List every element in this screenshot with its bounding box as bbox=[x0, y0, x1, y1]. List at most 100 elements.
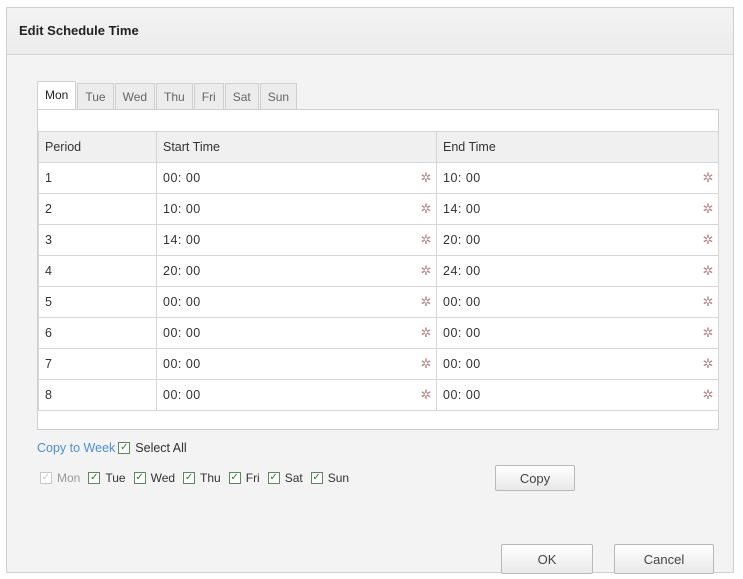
clock-icon[interactable]: ✲ bbox=[701, 295, 715, 309]
tab-fri[interactable]: Fri bbox=[193, 83, 224, 109]
end-time-value[interactable]: 00: 00 bbox=[443, 326, 481, 340]
day-label: Thu bbox=[200, 471, 221, 485]
tab-sat[interactable]: Sat bbox=[224, 83, 259, 109]
tab-mon[interactable]: Mon bbox=[37, 81, 77, 109]
day-checkbox-thu[interactable]: ✓ Thu bbox=[180, 471, 221, 485]
clock-icon[interactable]: ✲ bbox=[419, 202, 433, 216]
start-time-value[interactable]: 00: 00 bbox=[163, 357, 201, 371]
tab-thu[interactable]: Thu bbox=[156, 83, 193, 109]
start-time-value[interactable]: 10: 00 bbox=[163, 202, 201, 216]
clock-icon[interactable]: ✲ bbox=[701, 202, 715, 216]
checkbox-icon[interactable]: ✓ bbox=[228, 472, 241, 484]
clock-icon[interactable]: ✲ bbox=[419, 264, 433, 278]
edit-schedule-dialog: Edit Schedule Time Mon Tue Wed Thu Fri S… bbox=[6, 7, 734, 574]
day-label: Tue bbox=[105, 471, 126, 485]
clock-icon[interactable]: ✲ bbox=[701, 326, 715, 340]
end-time-value[interactable]: 24: 00 bbox=[443, 264, 481, 278]
start-time-header: Start Time bbox=[156, 131, 437, 163]
checkbox-icon[interactable]: ✓ bbox=[88, 472, 101, 484]
start-time-cell[interactable]: 20: 00 ✲ bbox=[156, 255, 437, 287]
end-time-value[interactable]: 00: 00 bbox=[443, 388, 481, 402]
period-cell: 2 bbox=[38, 193, 157, 225]
table-row: 1 00: 00 ✲ 10: 00 ✲ bbox=[38, 162, 719, 194]
checkbox-icon: ✓ bbox=[40, 472, 52, 484]
end-time-cell[interactable]: 24: 00 ✲ bbox=[436, 255, 719, 287]
day-label: Sat bbox=[284, 471, 303, 485]
end-time-value[interactable]: 14: 00 bbox=[443, 202, 481, 216]
period-cell: 3 bbox=[38, 224, 157, 256]
end-time-cell[interactable]: 00: 00 ✲ bbox=[436, 348, 719, 380]
checkbox-icon[interactable]: ✓ bbox=[133, 472, 146, 484]
day-label: Fri bbox=[245, 471, 260, 485]
start-time-cell[interactable]: 00: 00 ✲ bbox=[156, 317, 437, 349]
ok-button[interactable]: OK bbox=[501, 544, 593, 574]
start-time-value[interactable]: 14: 00 bbox=[163, 233, 201, 247]
clock-icon[interactable]: ✲ bbox=[419, 171, 433, 185]
cancel-button[interactable]: Cancel bbox=[614, 544, 714, 574]
period-cell: 6 bbox=[38, 317, 157, 349]
start-time-value[interactable]: 00: 00 bbox=[163, 295, 201, 309]
end-time-value[interactable]: 00: 00 bbox=[443, 357, 481, 371]
day-checkbox-sat[interactable]: ✓ Sat bbox=[265, 471, 303, 485]
checkbox-icon[interactable]: ✓ bbox=[267, 472, 280, 484]
day-label: Wed bbox=[150, 471, 176, 485]
select-all-label: Select All bbox=[135, 441, 187, 455]
clock-icon[interactable]: ✲ bbox=[419, 233, 433, 247]
start-time-cell[interactable]: 10: 00 ✲ bbox=[156, 193, 437, 225]
copy-to-week-row: Copy to Week ✓ Select All bbox=[37, 441, 187, 455]
clock-icon[interactable]: ✲ bbox=[701, 357, 715, 371]
start-time-cell[interactable]: 00: 00 ✲ bbox=[156, 348, 437, 380]
end-time-cell[interactable]: 00: 00 ✲ bbox=[436, 286, 719, 318]
day-checkbox-sun[interactable]: ✓ Sun bbox=[308, 471, 349, 485]
clock-icon[interactable]: ✲ bbox=[701, 388, 715, 402]
tab-tue[interactable]: Tue bbox=[77, 83, 114, 109]
period-cell: 7 bbox=[38, 348, 157, 380]
day-label: Mon bbox=[57, 471, 81, 485]
period-cell: 1 bbox=[38, 162, 157, 194]
start-time-cell[interactable]: 00: 00 ✲ bbox=[156, 162, 437, 194]
clock-icon[interactable]: ✲ bbox=[419, 326, 433, 340]
copy-to-week-link[interactable]: Copy to Week bbox=[37, 441, 115, 455]
start-time-cell[interactable]: 14: 00 ✲ bbox=[156, 224, 437, 256]
tab-sun[interactable]: Sun bbox=[259, 83, 298, 109]
copy-days-row: ✓ Mon ✓ Tue ✓ Wed ✓ Thu ✓ Fri ✓ Sat ✓ Sun bbox=[37, 471, 354, 485]
end-time-value[interactable]: 10: 00 bbox=[443, 171, 481, 185]
clock-icon[interactable]: ✲ bbox=[419, 388, 433, 402]
end-time-cell[interactable]: 00: 00 ✲ bbox=[436, 317, 719, 349]
end-time-cell[interactable]: 20: 00 ✲ bbox=[436, 224, 719, 256]
start-time-value[interactable]: 00: 00 bbox=[163, 326, 201, 340]
clock-icon[interactable]: ✲ bbox=[701, 264, 715, 278]
end-time-value[interactable]: 20: 00 bbox=[443, 233, 481, 247]
start-time-value[interactable]: 00: 00 bbox=[163, 171, 201, 185]
schedule-panel: Period Start Time End Time 1 00: 00 ✲ 10: 0… bbox=[37, 109, 719, 430]
day-checkbox-tue[interactable]: ✓ Tue bbox=[85, 471, 126, 485]
start-time-cell[interactable]: 00: 00 ✲ bbox=[156, 286, 437, 318]
start-time-cell[interactable]: 00: 00 ✲ bbox=[156, 379, 437, 411]
select-all-checkbox[interactable]: ✓ bbox=[118, 442, 131, 454]
end-time-header: End Time bbox=[436, 131, 719, 163]
checkbox-icon[interactable]: ✓ bbox=[310, 472, 323, 484]
end-time-cell[interactable]: 10: 00 ✲ bbox=[436, 162, 719, 194]
copy-button[interactable]: Copy bbox=[495, 465, 575, 491]
period-cell: 5 bbox=[38, 286, 157, 318]
clock-icon[interactable]: ✲ bbox=[419, 295, 433, 309]
period-header: Period bbox=[38, 131, 157, 163]
day-checkbox-fri[interactable]: ✓ Fri bbox=[226, 471, 260, 485]
start-time-value[interactable]: 20: 00 bbox=[163, 264, 201, 278]
start-time-value[interactable]: 00: 00 bbox=[163, 388, 201, 402]
dialog-content: Mon Tue Wed Thu Fri Sat Sun Period Start… bbox=[7, 55, 733, 574]
end-time-cell[interactable]: 14: 00 ✲ bbox=[436, 193, 719, 225]
day-checkbox-wed[interactable]: ✓ Wed bbox=[131, 471, 175, 485]
checkbox-icon[interactable]: ✓ bbox=[183, 472, 196, 484]
clock-icon[interactable]: ✲ bbox=[419, 357, 433, 371]
clock-icon[interactable]: ✲ bbox=[701, 171, 715, 185]
table-row: 4 20: 00 ✲ 24: 00 ✲ bbox=[38, 255, 719, 287]
table-row: 6 00: 00 ✲ 00: 00 ✲ bbox=[38, 317, 719, 349]
table-row: 2 10: 00 ✲ 14: 00 ✲ bbox=[38, 193, 719, 225]
tab-wed[interactable]: Wed bbox=[114, 83, 156, 109]
period-cell: 4 bbox=[38, 255, 157, 287]
clock-icon[interactable]: ✲ bbox=[701, 233, 715, 247]
end-time-cell[interactable]: 00: 00 ✲ bbox=[436, 379, 719, 411]
end-time-value[interactable]: 00: 00 bbox=[443, 295, 481, 309]
day-tabs: Mon Tue Wed Thu Fri Sat Sun bbox=[37, 81, 298, 109]
